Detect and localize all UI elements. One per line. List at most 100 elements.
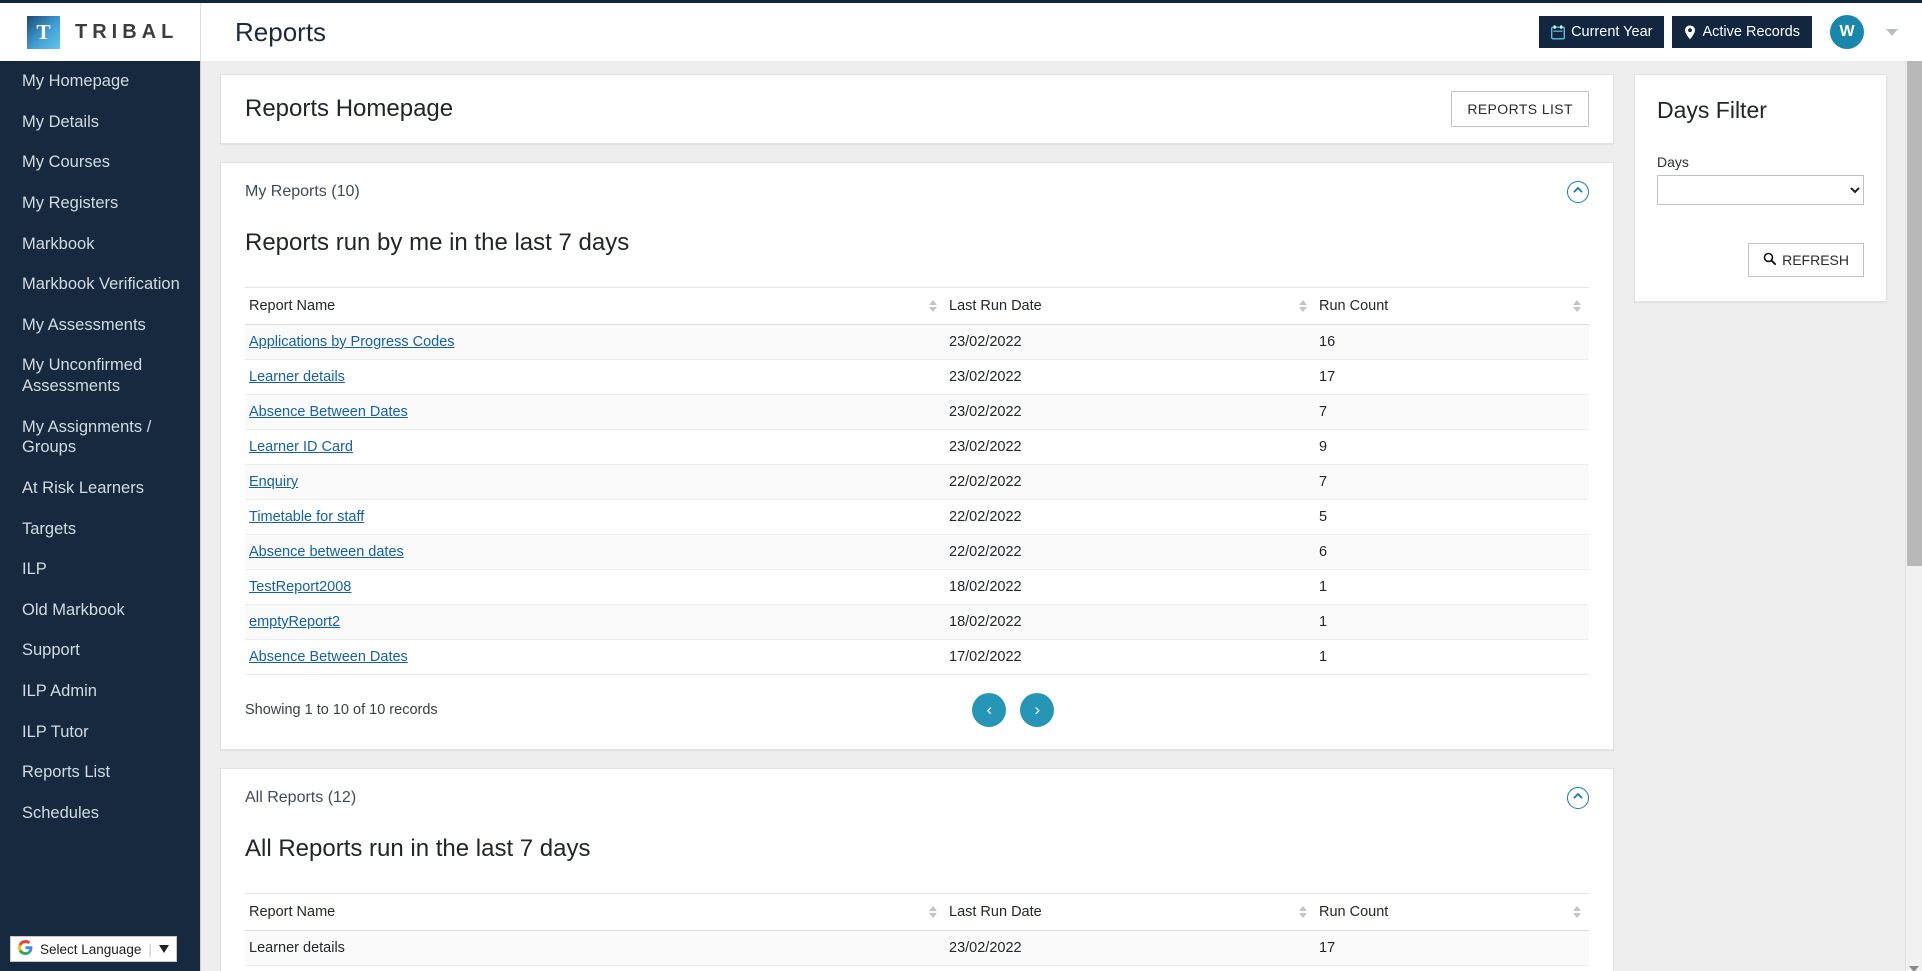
sidebar-item-markbook-verification[interactable]: Markbook Verification [0, 264, 200, 305]
cell-run-count: 17 [1315, 931, 1589, 966]
days-select[interactable] [1657, 175, 1864, 205]
sidebar-item-reports-list[interactable]: Reports List [0, 752, 200, 793]
all-reports-collapse-toggle[interactable] [1567, 787, 1589, 809]
triangle-down-icon[interactable] [159, 945, 169, 953]
column-label: Report Name [249, 904, 335, 920]
table-row: TestReport200818/02/20221 [245, 570, 1589, 605]
cell-run-count: 7 [1315, 395, 1589, 430]
cell-run-count: 16 [1315, 325, 1589, 360]
sidebar-item-my-details[interactable]: My Details [0, 102, 200, 143]
cell-report-name: TestReport2008 [245, 570, 945, 605]
sidebar-item-ilp-tutor[interactable]: ILP Tutor [0, 712, 200, 753]
table-row: Absence Between Dates17/02/20221 [245, 640, 1589, 675]
pagination-controls: ‹ › [972, 693, 1054, 727]
column-label: Last Run Date [949, 298, 1042, 314]
sidebar-item-targets[interactable]: Targets [0, 509, 200, 550]
sidebar-item-at-risk-learners[interactable]: At Risk Learners [0, 468, 200, 509]
my-reports-table: Report Name Last Run Date Run Count [245, 287, 1589, 675]
report-name-link[interactable]: TestReport2008 [249, 579, 351, 595]
cell-report-name: Absence Between Dates [245, 640, 945, 675]
header-actions: Current Year Active Records W [1539, 15, 1922, 49]
calendar-icon [1551, 25, 1565, 40]
column-label: Run Count [1319, 904, 1388, 920]
cell-run-count: 7 [1315, 465, 1589, 500]
cell-report-name: Learner details [245, 931, 945, 966]
next-page-button[interactable]: › [1020, 693, 1054, 727]
column-header-report-name[interactable]: Report Name [245, 288, 945, 325]
chevron-up-circle-icon [1572, 183, 1584, 201]
page-header-row: Reports Homepage REPORTS LIST [221, 75, 1613, 143]
table-row: Enquiry22/02/20227 [245, 465, 1589, 500]
previous-page-button[interactable]: ‹ [972, 693, 1006, 727]
refresh-button[interactable]: REFRESH [1748, 243, 1864, 277]
column-header-last-run-date[interactable]: Last Run Date [945, 288, 1315, 325]
sidebar-item-support[interactable]: Support [0, 630, 200, 671]
table-row: Applications by Progress Codes 23/02/2022… [245, 325, 1589, 360]
table-row: Learner details23/02/202217 [245, 360, 1589, 395]
records-count-text: Showing 1 to 10 of 10 records [245, 702, 438, 718]
sidebar-item-my-assignments-groups[interactable]: My Assignments / Groups [0, 407, 200, 468]
sidebar-item-schedules[interactable]: Schedules [0, 793, 200, 834]
sort-arrows-icon[interactable] [1573, 300, 1581, 312]
sidebar-item-markbook[interactable]: Markbook [0, 224, 200, 265]
brand-logo[interactable]: T TRIBAL [0, 3, 201, 61]
sidebar-item-my-registers[interactable]: My Registers [0, 183, 200, 224]
sort-arrows-icon[interactable] [1573, 906, 1581, 918]
report-name-link[interactable]: Learner details [249, 369, 345, 385]
cell-report-name: Applications by Progress Codes [245, 325, 945, 360]
cell-report-name: Timetable for staff [245, 500, 945, 535]
avatar[interactable]: W [1830, 15, 1864, 49]
column-header-last-run-date[interactable]: Last Run Date [945, 894, 1315, 931]
chevron-down-icon[interactable] [1886, 29, 1898, 36]
column-header-run-count[interactable]: Run Count [1315, 894, 1589, 931]
sort-arrows-icon[interactable] [929, 906, 937, 918]
sidebar-item-ilp[interactable]: ILP [0, 549, 200, 590]
all-reports-heading: All Reports run in the last 7 days [245, 835, 1589, 863]
report-name-link[interactable]: Absence between dates [249, 544, 404, 560]
vertical-scrollbar[interactable] [1905, 61, 1922, 971]
days-filter-card: Days Filter Days REFRESH [1634, 74, 1887, 302]
scroll-down-arrow-icon[interactable] [1909, 966, 1919, 971]
sidebar-item-my-courses[interactable]: My Courses [0, 142, 200, 183]
cell-last-run-date: 23/02/2022 [945, 395, 1315, 430]
translate-widget-separator: | [148, 942, 152, 957]
active-records-button[interactable]: Active Records [1672, 16, 1812, 48]
google-translate-widget[interactable]: Select Language | [10, 936, 177, 962]
my-reports-collapse-toggle[interactable] [1567, 181, 1589, 203]
table-row: Applications by Progress Codes23/02/2022… [245, 966, 1589, 971]
brand-wordmark: TRIBAL [75, 21, 178, 44]
my-reports-panel-body: Reports run by me in the last 7 days Rep… [221, 229, 1613, 749]
scrollbar-thumb[interactable] [1907, 61, 1922, 566]
sidebar-item-my-assessments[interactable]: My Assessments [0, 305, 200, 346]
sidebar-item-my-homepage[interactable]: My Homepage [0, 61, 200, 102]
report-name-link[interactable]: Enquiry [249, 474, 298, 490]
cell-last-run-date: 23/02/2022 [945, 430, 1315, 465]
sort-arrows-icon[interactable] [1299, 300, 1307, 312]
cell-report-name: Absence between dates [245, 535, 945, 570]
sidebar-item-my-unconfirmed-assessments[interactable]: My Unconfirmed Assessments [0, 345, 200, 406]
reports-list-button[interactable]: REPORTS LIST [1451, 91, 1589, 127]
report-name-link[interactable]: emptyReport2 [249, 614, 340, 630]
table-row: Learner ID Card23/02/20229 [245, 430, 1589, 465]
sidebar-item-old-markbook[interactable]: Old Markbook [0, 590, 200, 631]
column-label: Last Run Date [949, 904, 1042, 920]
report-name-link[interactable]: Absence Between Dates [249, 649, 408, 665]
column-header-report-name[interactable]: Report Name [245, 894, 945, 931]
sort-arrows-icon[interactable] [929, 300, 937, 312]
sidebar-item-ilp-admin[interactable]: ILP Admin [0, 671, 200, 712]
current-year-button[interactable]: Current Year [1539, 16, 1664, 48]
cell-last-run-date: 23/02/2022 [945, 325, 1315, 360]
report-name-link[interactable]: Applications by Progress Codes [249, 334, 455, 350]
tribal-logo-icon: T [27, 16, 60, 49]
page-header-card: Reports Homepage REPORTS LIST [220, 74, 1614, 144]
cell-last-run-date: 18/02/2022 [945, 605, 1315, 640]
refresh-row: REFRESH [1657, 243, 1864, 277]
report-name-link[interactable]: Timetable for staff [249, 509, 364, 525]
cell-run-count: 16 [1315, 966, 1589, 971]
cell-report-name: Learner details [245, 360, 945, 395]
report-name-link[interactable]: Learner ID Card [249, 439, 353, 455]
report-name-link[interactable]: Absence Between Dates [249, 404, 408, 420]
sort-arrows-icon[interactable] [1299, 906, 1307, 918]
column-header-run-count[interactable]: Run Count [1315, 288, 1589, 325]
google-icon [18, 940, 33, 958]
